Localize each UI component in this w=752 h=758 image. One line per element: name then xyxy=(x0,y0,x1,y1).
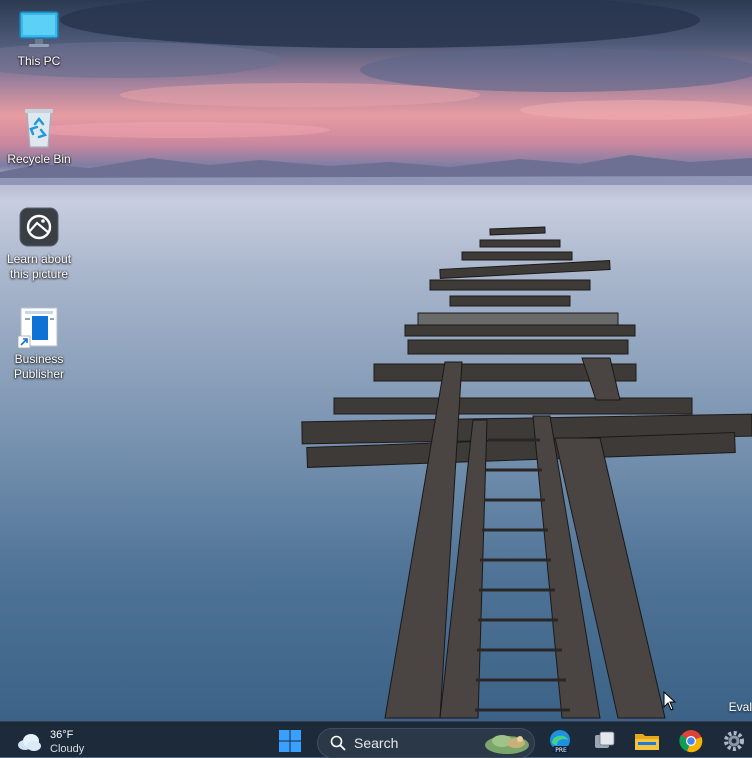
desktop-icon-label: Learn about this picture xyxy=(6,252,72,281)
search-highlight-art-icon xyxy=(485,735,529,754)
settings-icon xyxy=(724,731,744,751)
search-icon xyxy=(330,735,346,751)
task-view-button[interactable] xyxy=(590,727,618,755)
edge-beta-badge: PRE xyxy=(555,747,567,754)
start-button[interactable] xyxy=(276,727,304,755)
weather-condition: Cloudy xyxy=(50,743,85,755)
edge-beta-icon: PRE xyxy=(550,730,570,754)
publisher-shortcut-icon xyxy=(15,306,63,350)
desktop-icon-learn-about-picture[interactable]: Learn about this picture xyxy=(1,206,77,282)
mouse-cursor-icon xyxy=(663,691,677,711)
search-placeholder: Search xyxy=(354,735,399,751)
desktop-icon-this-pc[interactable]: This PC xyxy=(1,8,77,69)
file-explorer-icon xyxy=(635,734,659,750)
camera-info-icon xyxy=(15,206,63,250)
weather-temperature: 36°F xyxy=(50,729,74,741)
taskbar-search-box[interactable]: Search xyxy=(317,728,535,758)
chrome-icon xyxy=(679,730,703,753)
task-view-icon xyxy=(595,731,615,748)
desktop-icon-label: Business Publisher xyxy=(13,352,65,381)
monitor-icon xyxy=(15,8,63,52)
desktop-wallpaper xyxy=(0,0,752,721)
evaluation-watermark-text: Eval xyxy=(728,700,752,714)
desktop-icon-business-publisher[interactable]: Business Publisher xyxy=(1,306,77,382)
cloud-icon xyxy=(18,734,41,751)
desktop-icon-label: Recycle Bin xyxy=(7,152,71,166)
wooden-pier-graphic xyxy=(301,226,752,719)
desktop-icon-recycle-bin[interactable]: Recycle Bin xyxy=(1,106,77,167)
desktop-icon-label: This PC xyxy=(17,54,61,68)
chrome-button[interactable] xyxy=(677,727,705,755)
edge-beta-button[interactable]: PRE xyxy=(546,727,574,755)
taskbar: 36°F Cloudy Search PRE xyxy=(0,721,752,758)
recycle-bin-icon xyxy=(15,106,63,150)
windows-start-icon xyxy=(279,730,301,752)
weather-widget[interactable]: 36°F Cloudy xyxy=(16,727,84,757)
file-explorer-button[interactable] xyxy=(633,727,661,755)
settings-button[interactable] xyxy=(720,727,748,755)
